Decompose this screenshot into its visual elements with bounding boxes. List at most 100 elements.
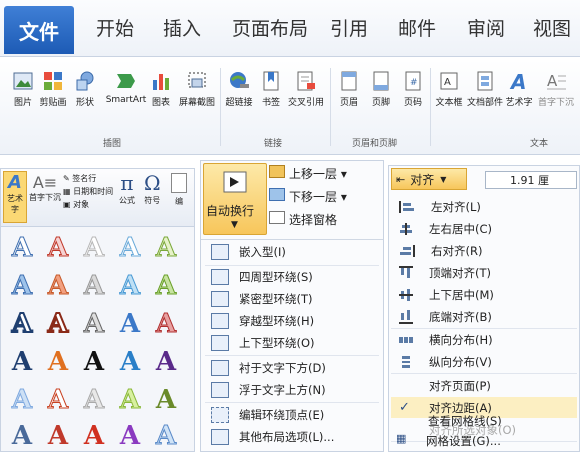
chart-label: 图表: [151, 98, 170, 108]
menu-separator: [391, 373, 577, 374]
align-right-icon: [399, 244, 415, 257]
wordart-style[interactable]: A: [43, 269, 73, 303]
wordart-style[interactable]: A: [7, 307, 37, 341]
wordart-style[interactable]: A: [151, 231, 181, 265]
tab-file[interactable]: 文件: [4, 6, 74, 54]
wordart-style[interactable]: A: [151, 419, 181, 453]
symbol-button[interactable]: Ω 符号: [144, 171, 161, 206]
wordart-style[interactable]: A: [115, 231, 145, 265]
wordart-icon: A: [509, 70, 526, 92]
wordart-style[interactable]: A: [151, 269, 181, 303]
wordart-style[interactable]: A: [79, 269, 109, 303]
tab-references[interactable]: 引用: [330, 14, 368, 41]
hyperlink-button[interactable]: 超链接: [224, 70, 254, 128]
bookmark-button[interactable]: 书签: [256, 70, 286, 128]
wordart-style[interactable]: A: [151, 345, 181, 379]
wordart-style[interactable]: A: [7, 419, 37, 453]
wordart-style[interactable]: A: [151, 383, 181, 417]
wordart-style[interactable]: A: [43, 419, 73, 453]
signature-line-item[interactable]: ✎ 签名行: [63, 172, 113, 185]
wordart-style[interactable]: A: [79, 231, 109, 265]
menu-separator: [205, 402, 379, 403]
wrap-square-item[interactable]: 四周型环绕(S): [205, 266, 379, 287]
blank-icon: [399, 380, 413, 392]
date-time-item[interactable]: ▦ 日期和时间: [63, 185, 113, 198]
align-button[interactable]: ⇤ 对齐 ▼: [391, 168, 467, 190]
align-to-page-item[interactable]: 对齐页面(P): [391, 375, 577, 396]
wordart-style[interactable]: A: [43, 383, 73, 417]
align-center-item[interactable]: 左右居中(C): [391, 218, 577, 239]
wordart-style[interactable]: A: [79, 345, 109, 379]
footer-button[interactable]: 页脚: [366, 70, 396, 128]
distribute-horizontally-item[interactable]: 横向分布(H): [391, 329, 577, 350]
dropcap-button[interactable]: A 首字下沉: [536, 70, 576, 128]
wrap-top-bottom-item[interactable]: 上下型环绕(O): [205, 332, 379, 353]
wordart-style[interactable]: A: [43, 345, 73, 379]
tab-page-layout[interactable]: 页面布局: [232, 14, 308, 41]
more-layout-options-item[interactable]: 其他布局选项(L)...: [205, 426, 379, 447]
wordart-style[interactable]: A: [151, 307, 181, 341]
page-number-button[interactable]: # 页码: [398, 70, 428, 128]
wordart-style[interactable]: A: [7, 383, 37, 417]
wordart-style[interactable]: A: [7, 231, 37, 265]
dropcap-strip-button[interactable]: A≡ 首字下沉: [29, 173, 61, 203]
picture-icon: [13, 72, 33, 90]
wordart-style[interactable]: A: [79, 307, 109, 341]
view-gridlines-item[interactable]: 查看网格线(S): [390, 412, 576, 430]
wrap-through-item[interactable]: 穿越型环绕(H): [205, 310, 379, 331]
align-center-icon: [399, 222, 413, 235]
object-item[interactable]: ▣ 对象: [63, 198, 113, 211]
wordart-style[interactable]: A: [115, 307, 145, 341]
align-middle-item[interactable]: 上下居中(M): [391, 284, 577, 305]
behind-text-item[interactable]: 衬于文字下方(D): [205, 357, 379, 378]
in-front-of-text-item[interactable]: 浮于文字上方(N): [205, 379, 379, 400]
tab-view[interactable]: 视图: [533, 14, 571, 41]
grid-settings-item[interactable]: 网格设置(G)...: [426, 433, 501, 449]
wrap-tight-item[interactable]: 紧密型环绕(T): [205, 288, 379, 309]
selection-pane-button[interactable]: 选择窗格: [269, 211, 337, 228]
bring-forward-button[interactable]: 上移一层 ▾: [269, 165, 347, 182]
wordart-style[interactable]: A: [115, 345, 145, 379]
textbox-button[interactable]: A 文本框: [434, 70, 464, 128]
tab-insert[interactable]: 插入: [163, 14, 201, 41]
wordart-style[interactable]: A: [43, 231, 73, 265]
wordart-style[interactable]: A: [115, 383, 145, 417]
wordart-style[interactable]: A: [7, 269, 37, 303]
wrap-text-button[interactable]: 自动换行 ▼: [203, 163, 267, 235]
wordart-button[interactable]: A 艺术字: [504, 70, 534, 128]
align-bottom-item[interactable]: 底端对齐(B): [391, 306, 577, 327]
distribute-vertically-item[interactable]: 纵向分布(V): [391, 351, 577, 372]
send-backward-button[interactable]: 下移一层 ▾: [269, 188, 347, 205]
cross-reference-icon: [297, 71, 315, 91]
wrap-text-icon: [223, 171, 247, 193]
shapes-icon: [76, 71, 94, 91]
wordart-style[interactable]: A: [79, 383, 109, 417]
screenshot-button[interactable]: 屏幕截图: [178, 70, 216, 128]
tab-review[interactable]: 审阅: [467, 14, 505, 41]
edit-wrap-points-item[interactable]: 编辑环绕顶点(E): [205, 404, 379, 425]
wrap-inline-item[interactable]: 嵌入型(I): [205, 241, 379, 262]
shape-width-input[interactable]: 1.91 厘: [485, 171, 577, 189]
wordart-style[interactable]: A: [79, 419, 109, 453]
wordart-style[interactable]: A: [115, 419, 145, 453]
align-left-item[interactable]: 左对齐(L): [391, 196, 577, 217]
picture-button[interactable]: 图片: [8, 70, 38, 128]
align-top-item[interactable]: 顶端对齐(T): [391, 262, 577, 283]
cross-reference-button[interactable]: 交叉引用: [288, 70, 324, 128]
wordart-style[interactable]: A: [43, 307, 73, 341]
smartart-button[interactable]: SmartArt: [106, 70, 146, 128]
chart-button[interactable]: 图表: [146, 70, 176, 128]
tab-mailings[interactable]: 邮件: [398, 14, 436, 41]
edit-button[interactable]: 编: [171, 171, 187, 207]
wordart-strip-button[interactable]: A 艺术字: [3, 171, 27, 223]
wordart-style[interactable]: A: [115, 269, 145, 303]
shapes-button[interactable]: 形状: [70, 70, 100, 128]
header-button[interactable]: 页眉: [334, 70, 364, 128]
clipart-button[interactable]: 剪贴画: [38, 70, 68, 128]
align-right-item[interactable]: 右对齐(R): [391, 240, 577, 261]
equation-button[interactable]: π 公式: [119, 171, 135, 206]
align-menu: ⇤ 对齐 ▼ 1.91 厘 左对齐(L) 左右居中(C) 右对齐(R) 顶端对齐(T…: [388, 165, 580, 452]
tab-home[interactable]: 开始: [96, 14, 134, 41]
quick-parts-button[interactable]: 文档部件: [467, 70, 503, 128]
wordart-style[interactable]: A: [7, 345, 37, 379]
